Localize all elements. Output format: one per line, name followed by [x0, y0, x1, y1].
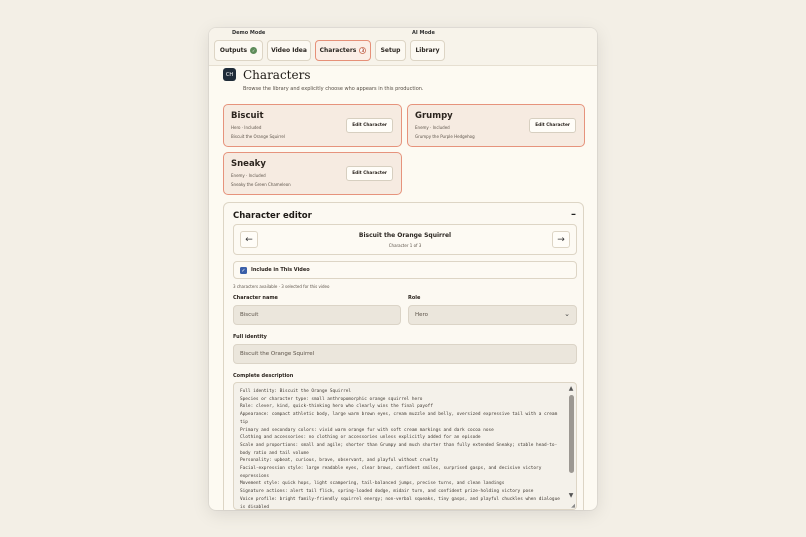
- character-card-grumpy[interactable]: Grumpy Enemy · Included Grumpy the Purpl…: [407, 104, 585, 147]
- scroll-thumb[interactable]: [568, 395, 574, 473]
- tab-characters-label: Characters: [319, 47, 357, 54]
- tab-library[interactable]: Library: [410, 40, 445, 61]
- tab-outputs-label: Outputs: [219, 47, 248, 54]
- full-identity-label: Full identity: [233, 334, 267, 340]
- arrow-right-icon: →: [557, 234, 565, 245]
- current-character-name: Biscuit the Orange Squirrel: [358, 232, 452, 239]
- tab-setup-label: Setup: [380, 47, 401, 54]
- characters-panel: CH Characters Browse the library and exp…: [209, 66, 597, 510]
- character-name-label: Character name: [233, 295, 278, 301]
- tab-video-idea[interactable]: Video Idea: [267, 40, 311, 61]
- resize-handle-icon[interactable]: ◢: [571, 503, 575, 509]
- page-title: Characters: [243, 68, 311, 82]
- include-checkbox[interactable]: ✓: [240, 267, 247, 274]
- card-meta: Enemy · Included: [231, 173, 266, 178]
- next-character-button[interactable]: →: [552, 231, 570, 248]
- character-editor: Character editor – ← Biscuit the Orange …: [223, 202, 584, 510]
- card-description: Biscuit the Orange Squirrel: [231, 134, 285, 139]
- include-toggle-row[interactable]: ✓ Include in This Video: [233, 261, 577, 279]
- full-identity-input[interactable]: Biscuit the Orange Squirrel: [233, 344, 577, 364]
- character-name-input[interactable]: Biscuit: [233, 305, 401, 325]
- availability-text: 3 characters available · 3 selected for …: [233, 284, 330, 289]
- collapse-icon[interactable]: –: [571, 209, 576, 220]
- role-select[interactable]: Hero ⌄: [408, 305, 577, 325]
- character-name-value: Biscuit: [240, 312, 259, 318]
- card-meta: Enemy · Included: [415, 125, 450, 130]
- card-meta: Hero · Included: [231, 125, 262, 130]
- character-navigator: ← Biscuit the Orange Squirrel Character …: [233, 224, 577, 255]
- mode-strip: Demo Mode AI Mode: [209, 28, 597, 36]
- description-text: Full identity: Biscuit the Orange Squirr…: [240, 389, 560, 510]
- editor-title: Character editor: [233, 211, 312, 221]
- include-label: Include in This Video: [251, 267, 310, 273]
- full-identity-value: Biscuit the Orange Squirrel: [240, 351, 315, 357]
- edit-character-button[interactable]: Edit Character: [529, 118, 576, 133]
- page-subtitle: Browse the library and explicitly choose…: [243, 86, 424, 92]
- count-badge: 3: [359, 47, 367, 54]
- card-name: Sneaky: [231, 159, 266, 169]
- card-description: Sneaky the Green Chameleon: [231, 182, 291, 187]
- tab-video-idea-label: Video Idea: [271, 47, 307, 54]
- tab-setup[interactable]: Setup: [375, 40, 406, 61]
- complete-description-textarea[interactable]: Full identity: Biscuit the Orange Squirr…: [233, 382, 577, 510]
- characters-icon: CH: [223, 68, 236, 81]
- card-name: Grumpy: [415, 111, 453, 121]
- tab-bar: Outputs ✓ Video Idea Characters 3 Setup …: [209, 36, 597, 66]
- character-card-sneaky[interactable]: Sneaky Enemy · Included Sneaky the Green…: [223, 152, 402, 195]
- role-label: Role: [408, 295, 421, 301]
- complete-description-label: Complete description: [233, 373, 294, 379]
- chevron-down-icon: ⌄: [564, 310, 570, 318]
- check-icon: ✓: [250, 47, 258, 54]
- card-description: Grumpy the Purple Hedgehog: [415, 134, 475, 139]
- character-card-biscuit[interactable]: Biscuit Hero · Included Biscuit the Oran…: [223, 104, 402, 147]
- app-window: Demo Mode AI Mode Outputs ✓ Video Idea C…: [209, 28, 597, 510]
- card-name: Biscuit: [231, 111, 264, 121]
- scroll-up-icon[interactable]: ▲: [567, 385, 575, 392]
- scroll-down-icon[interactable]: ▼: [567, 492, 575, 499]
- role-value: Hero: [415, 312, 429, 318]
- textarea-scrollbar[interactable]: ▲ ▼: [567, 385, 575, 507]
- edit-character-button[interactable]: Edit Character: [346, 166, 393, 181]
- tab-characters[interactable]: Characters 3: [315, 40, 371, 61]
- edit-character-button[interactable]: Edit Character: [346, 118, 393, 133]
- tab-outputs[interactable]: Outputs ✓: [214, 40, 263, 61]
- tab-library-label: Library: [415, 47, 440, 54]
- character-counter: Character 1 of 3: [388, 243, 422, 248]
